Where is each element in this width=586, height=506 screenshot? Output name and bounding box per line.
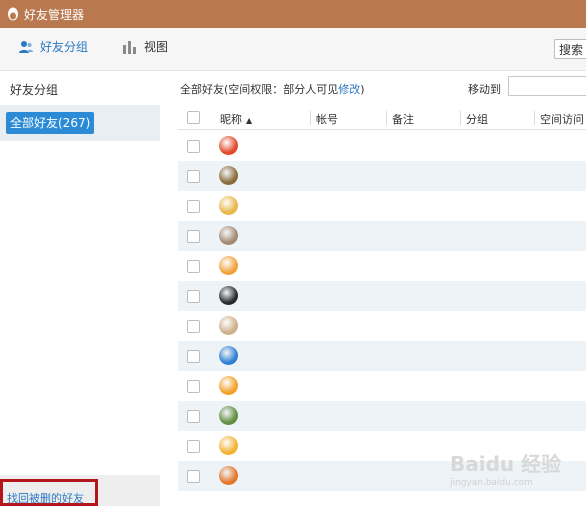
orange-avatar	[219, 256, 238, 275]
table-row[interactable]	[178, 191, 586, 221]
baidu-watermark: Baidu 经验 jingyan.baidu.com	[450, 448, 580, 498]
group-list: 全部好友(267)	[0, 105, 160, 141]
table-row[interactable]	[178, 401, 586, 431]
main-panel: 全部好友(空间权限：部分人可见修改) 移动到 昵称 ▲ 帐号 备注 分组 空间访问	[160, 71, 586, 506]
table-row[interactable]	[178, 251, 586, 281]
sidebar-header: 好友分组	[10, 83, 59, 97]
watermark-sub: jingyan.baidu.com	[450, 478, 534, 488]
column-divider	[386, 111, 387, 125]
window-title: 好友管理器	[24, 7, 85, 22]
column-divider	[310, 111, 311, 125]
table-row[interactable]	[178, 221, 586, 251]
friends-group-label: 好友分组	[40, 40, 89, 54]
column-nickname[interactable]: 昵称 ▲	[220, 111, 252, 127]
table-row[interactable]	[178, 341, 586, 371]
friends-group-button[interactable]: 好友分组	[18, 38, 88, 55]
view-label: 视图	[144, 40, 169, 54]
search-button[interactable]: 搜索	[554, 39, 586, 59]
row-checkbox[interactable]	[187, 230, 200, 243]
yellow-avatar	[219, 436, 238, 455]
title-bar: 好友管理器	[0, 0, 586, 28]
row-checkbox[interactable]	[187, 440, 200, 453]
select-all-checkbox[interactable]	[187, 111, 200, 124]
row-checkbox[interactable]	[187, 410, 200, 423]
toolbar: 好友分组 视图 搜索	[0, 28, 586, 71]
edit-permission-link[interactable]: 修改	[338, 83, 360, 96]
row-checkbox[interactable]	[187, 470, 200, 483]
beige-avatar	[219, 316, 238, 335]
row-checkbox[interactable]	[187, 170, 200, 183]
friends-info: 全部好友(空间权限：部分人可见修改)	[180, 81, 365, 97]
clock-avatar	[219, 466, 238, 485]
row-checkbox[interactable]	[187, 380, 200, 393]
highlight-box: 找回被删的好友	[0, 479, 98, 506]
cartoon-avatar	[219, 196, 238, 215]
column-divider	[460, 111, 461, 125]
table-row[interactable]	[178, 161, 586, 191]
row-checkbox[interactable]	[187, 260, 200, 273]
sidebar: 好友分组 全部好友(267)	[0, 71, 160, 506]
friends-info-text: 全部好友(空间权限：部分人可见	[180, 83, 339, 96]
users-icon	[19, 40, 33, 53]
column-remark[interactable]: 备注	[392, 111, 414, 127]
table-header: 昵称 ▲ 帐号 备注 分组 空间访问	[178, 107, 586, 130]
group-item-all-friends[interactable]: 全部好友(267)	[6, 112, 95, 134]
column-group[interactable]: 分组	[466, 111, 488, 127]
row-checkbox[interactable]	[187, 140, 200, 153]
blue-avatar	[219, 346, 238, 365]
move-to-dropdown[interactable]	[508, 76, 586, 96]
friends-info-suffix: )	[360, 83, 365, 96]
green-avatar	[219, 406, 238, 425]
recover-deleted-friends-link[interactable]: 找回被删的好友	[7, 490, 84, 506]
view-button[interactable]: 视图	[122, 38, 168, 55]
watermark-text: Baidu 经验	[450, 452, 562, 476]
row-checkbox[interactable]	[187, 200, 200, 213]
smiley-avatar	[219, 376, 238, 395]
column-divider	[534, 111, 535, 125]
penguin-avatar	[219, 136, 238, 155]
move-to-label: 移动到	[468, 83, 501, 96]
table-row[interactable]	[178, 371, 586, 401]
table-row[interactable]	[178, 281, 586, 311]
qq-penguin-icon	[8, 7, 18, 21]
bar-chart-icon	[123, 40, 136, 54]
table-row[interactable]	[178, 311, 586, 341]
penguin-avatar	[219, 286, 238, 305]
row-checkbox[interactable]	[187, 350, 200, 363]
table-row[interactable]	[178, 131, 586, 161]
sort-asc-icon: ▲	[246, 116, 253, 125]
row-checkbox[interactable]	[187, 320, 200, 333]
character-avatar	[219, 166, 238, 185]
column-account[interactable]: 帐号	[316, 111, 338, 127]
brown-avatar	[219, 226, 238, 245]
row-checkbox[interactable]	[187, 290, 200, 303]
column-space-access[interactable]: 空间访问	[540, 111, 584, 127]
column-nickname-label: 昵称	[220, 113, 242, 126]
